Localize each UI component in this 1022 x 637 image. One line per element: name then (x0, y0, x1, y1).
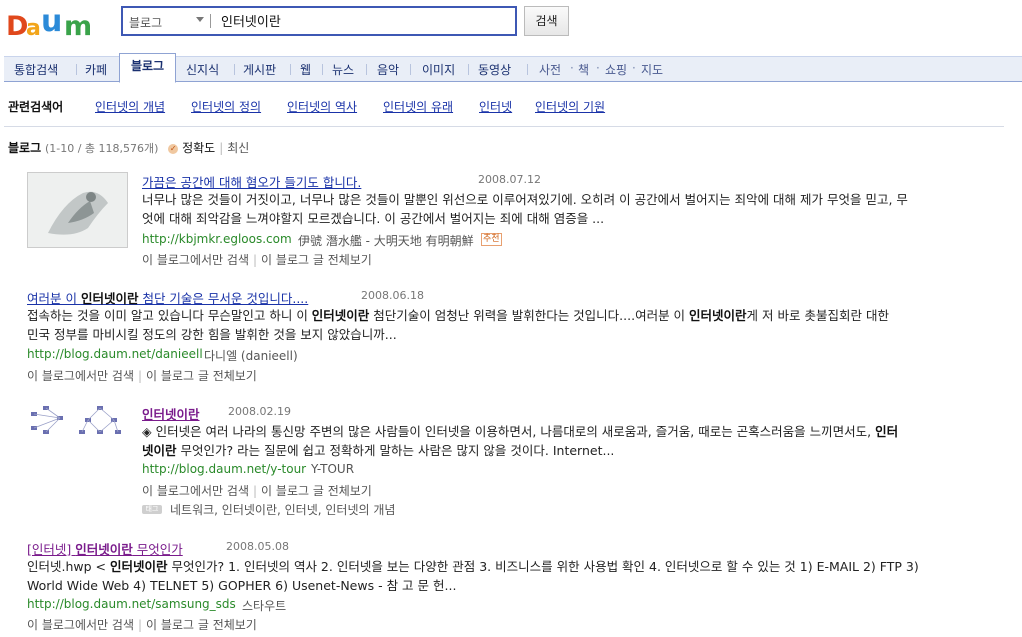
svg-text:u: u (41, 4, 62, 39)
search-this-blog-link[interactable]: 이 블로그에서만 검색 (142, 253, 249, 267)
result-blog-links: 이 블로그에서만 검색 | 이 블로그 글 전체보기 (27, 369, 257, 383)
tab-knowledge[interactable]: 신지식 (186, 61, 219, 78)
tab-cafe[interactable]: 카페 (85, 61, 107, 78)
result-author[interactable]: Y-TOUR (311, 462, 354, 476)
result-tags[interactable]: 네트워크, 인터넷이란, 인터넷, 인터넷의 개념 (170, 501, 395, 518)
result-title[interactable]: 가끔은 공간에 대해 혐오가 들기도 합니다. (142, 172, 361, 191)
tab-image[interactable]: 이미지 (422, 61, 455, 78)
search-this-blog-link[interactable]: 이 블로그에서만 검색 (27, 369, 134, 383)
chevron-down-icon[interactable] (196, 17, 204, 22)
tab-shopping[interactable]: 쇼핑 (605, 61, 627, 78)
tab-dictionary[interactable]: 사전 (539, 61, 561, 78)
blog-section-header: 블로그 (1-10 / 총 118,576개) ✓ 정확도 | 최신 (8, 141, 250, 155)
tab-board[interactable]: 게시판 (243, 61, 276, 78)
result-date: 2008.05.08 (226, 540, 289, 553)
related-searches-title: 관련검색어 (8, 100, 64, 114)
result-thumbnail[interactable] (27, 402, 126, 440)
divider (210, 14, 211, 28)
sort-accuracy-link[interactable]: 정확도 (182, 141, 215, 155)
result-url[interactable]: http://blog.daum.net/danieell (27, 347, 203, 361)
result-title[interactable]: [인터넷] 인터넷이란 무엇인가 (27, 539, 183, 558)
svg-text:m: m (64, 11, 92, 40)
divider (4, 126, 1004, 127)
tab-map[interactable]: 지도 (641, 61, 663, 78)
result-snippet: 접속하는 것을 이미 알고 있습니다 무슨말인고 하니 이 인터넷이란 첨단기술… (27, 308, 889, 342)
result-count: (1-10 / 총 118,576개) (44, 142, 159, 155)
result-blog-links: 이 블로그에서만 검색 | 이 블로그 글 전체보기 (142, 484, 372, 498)
tab-news[interactable]: 뉴스 (332, 61, 354, 78)
result-url[interactable]: http://kbjmkr.egloos.com (142, 232, 292, 246)
related-link[interactable]: 인터넷 (479, 98, 512, 115)
section-title: 블로그 (8, 141, 42, 155)
result-snippet: 너무나 많은 것들이 거짓이고, 너무나 많은 것들이 말뿐인 위선으로 이루어… (142, 192, 908, 226)
result-snippet: 인터넷.hwp < 인터넷이란 무엇인가? 1. 인터넷의 역사 2. 인터넷을… (27, 559, 919, 593)
result-date: 2008.07.12 (478, 173, 541, 186)
result-author[interactable]: 스타우트 (242, 597, 286, 614)
check-icon: ✓ (168, 144, 179, 154)
related-link[interactable]: 인터넷의 기원 (535, 98, 605, 115)
tab-integrated[interactable]: 통합검색 (14, 61, 58, 78)
result-blog-links: 이 블로그에서만 검색 | 이 블로그 글 전체보기 (142, 253, 372, 267)
result-date: 2008.06.18 (361, 289, 424, 302)
result-snippet: ◈ 인터넷은 여러 나라의 통신망 주변의 많은 사람들이 인터넷을 이용하면서… (142, 424, 899, 458)
result-thumbnail[interactable] (27, 172, 128, 248)
related-link[interactable]: 인터넷의 유래 (383, 98, 453, 115)
tag-icon: 태그 (142, 505, 162, 514)
result-author[interactable]: 다니엘 (danieell) (204, 347, 298, 364)
tab-music[interactable]: 음악 (377, 61, 399, 78)
result-title[interactable]: 여러분 이 인터넷이란 첨단 기술은 무서운 것입니다.... (27, 288, 308, 307)
related-link[interactable]: 인터넷의 역사 (287, 98, 357, 115)
recommend-badge: 추천 (481, 233, 502, 246)
tab-web[interactable]: 웹 (300, 61, 311, 78)
view-all-posts-link[interactable]: 이 블로그 글 전체보기 (261, 253, 372, 267)
result-url[interactable]: http://blog.daum.net/samsung_sds (27, 597, 236, 611)
result-title[interactable]: 인터넷이란 (142, 404, 200, 423)
search-button[interactable]: 검색 (524, 6, 569, 36)
svg-text:a: a (26, 16, 41, 40)
tab-video[interactable]: 동영상 (478, 61, 511, 78)
search-this-blog-link[interactable]: 이 블로그에서만 검색 (27, 618, 134, 632)
result-author[interactable]: 伊號 潛水艦 - 大明天地 有明朝鮮 (298, 232, 474, 249)
daum-logo[interactable]: D a u m (6, 4, 106, 42)
view-all-posts-link[interactable]: 이 블로그 글 전체보기 (261, 484, 372, 498)
search-tab-bar: 통합검색 카페 블로그 신지식 게시판 웹 뉴스 음악 이미지 동영상 사전 ·… (4, 53, 1022, 83)
sort-recent-link[interactable]: 최신 (227, 141, 249, 155)
search-this-blog-link[interactable]: 이 블로그에서만 검색 (142, 484, 249, 498)
result-blog-links: 이 블로그에서만 검색 | 이 블로그 글 전체보기 (27, 618, 257, 632)
result-date: 2008.02.19 (228, 405, 291, 418)
view-all-posts-link[interactable]: 이 블로그 글 전체보기 (146, 618, 257, 632)
tab-blog[interactable]: 블로그 (119, 53, 176, 83)
related-link[interactable]: 인터넷의 정의 (191, 98, 261, 115)
view-all-posts-link[interactable]: 이 블로그 글 전체보기 (146, 369, 257, 383)
search-category-select[interactable]: 블로그 (129, 14, 162, 31)
result-url[interactable]: http://blog.daum.net/y-tour (142, 462, 306, 476)
tab-book[interactable]: 책 (578, 61, 589, 78)
search-box: 블로그 (121, 6, 517, 36)
related-link[interactable]: 인터넷의 개념 (95, 98, 165, 115)
search-input[interactable] (219, 12, 503, 29)
